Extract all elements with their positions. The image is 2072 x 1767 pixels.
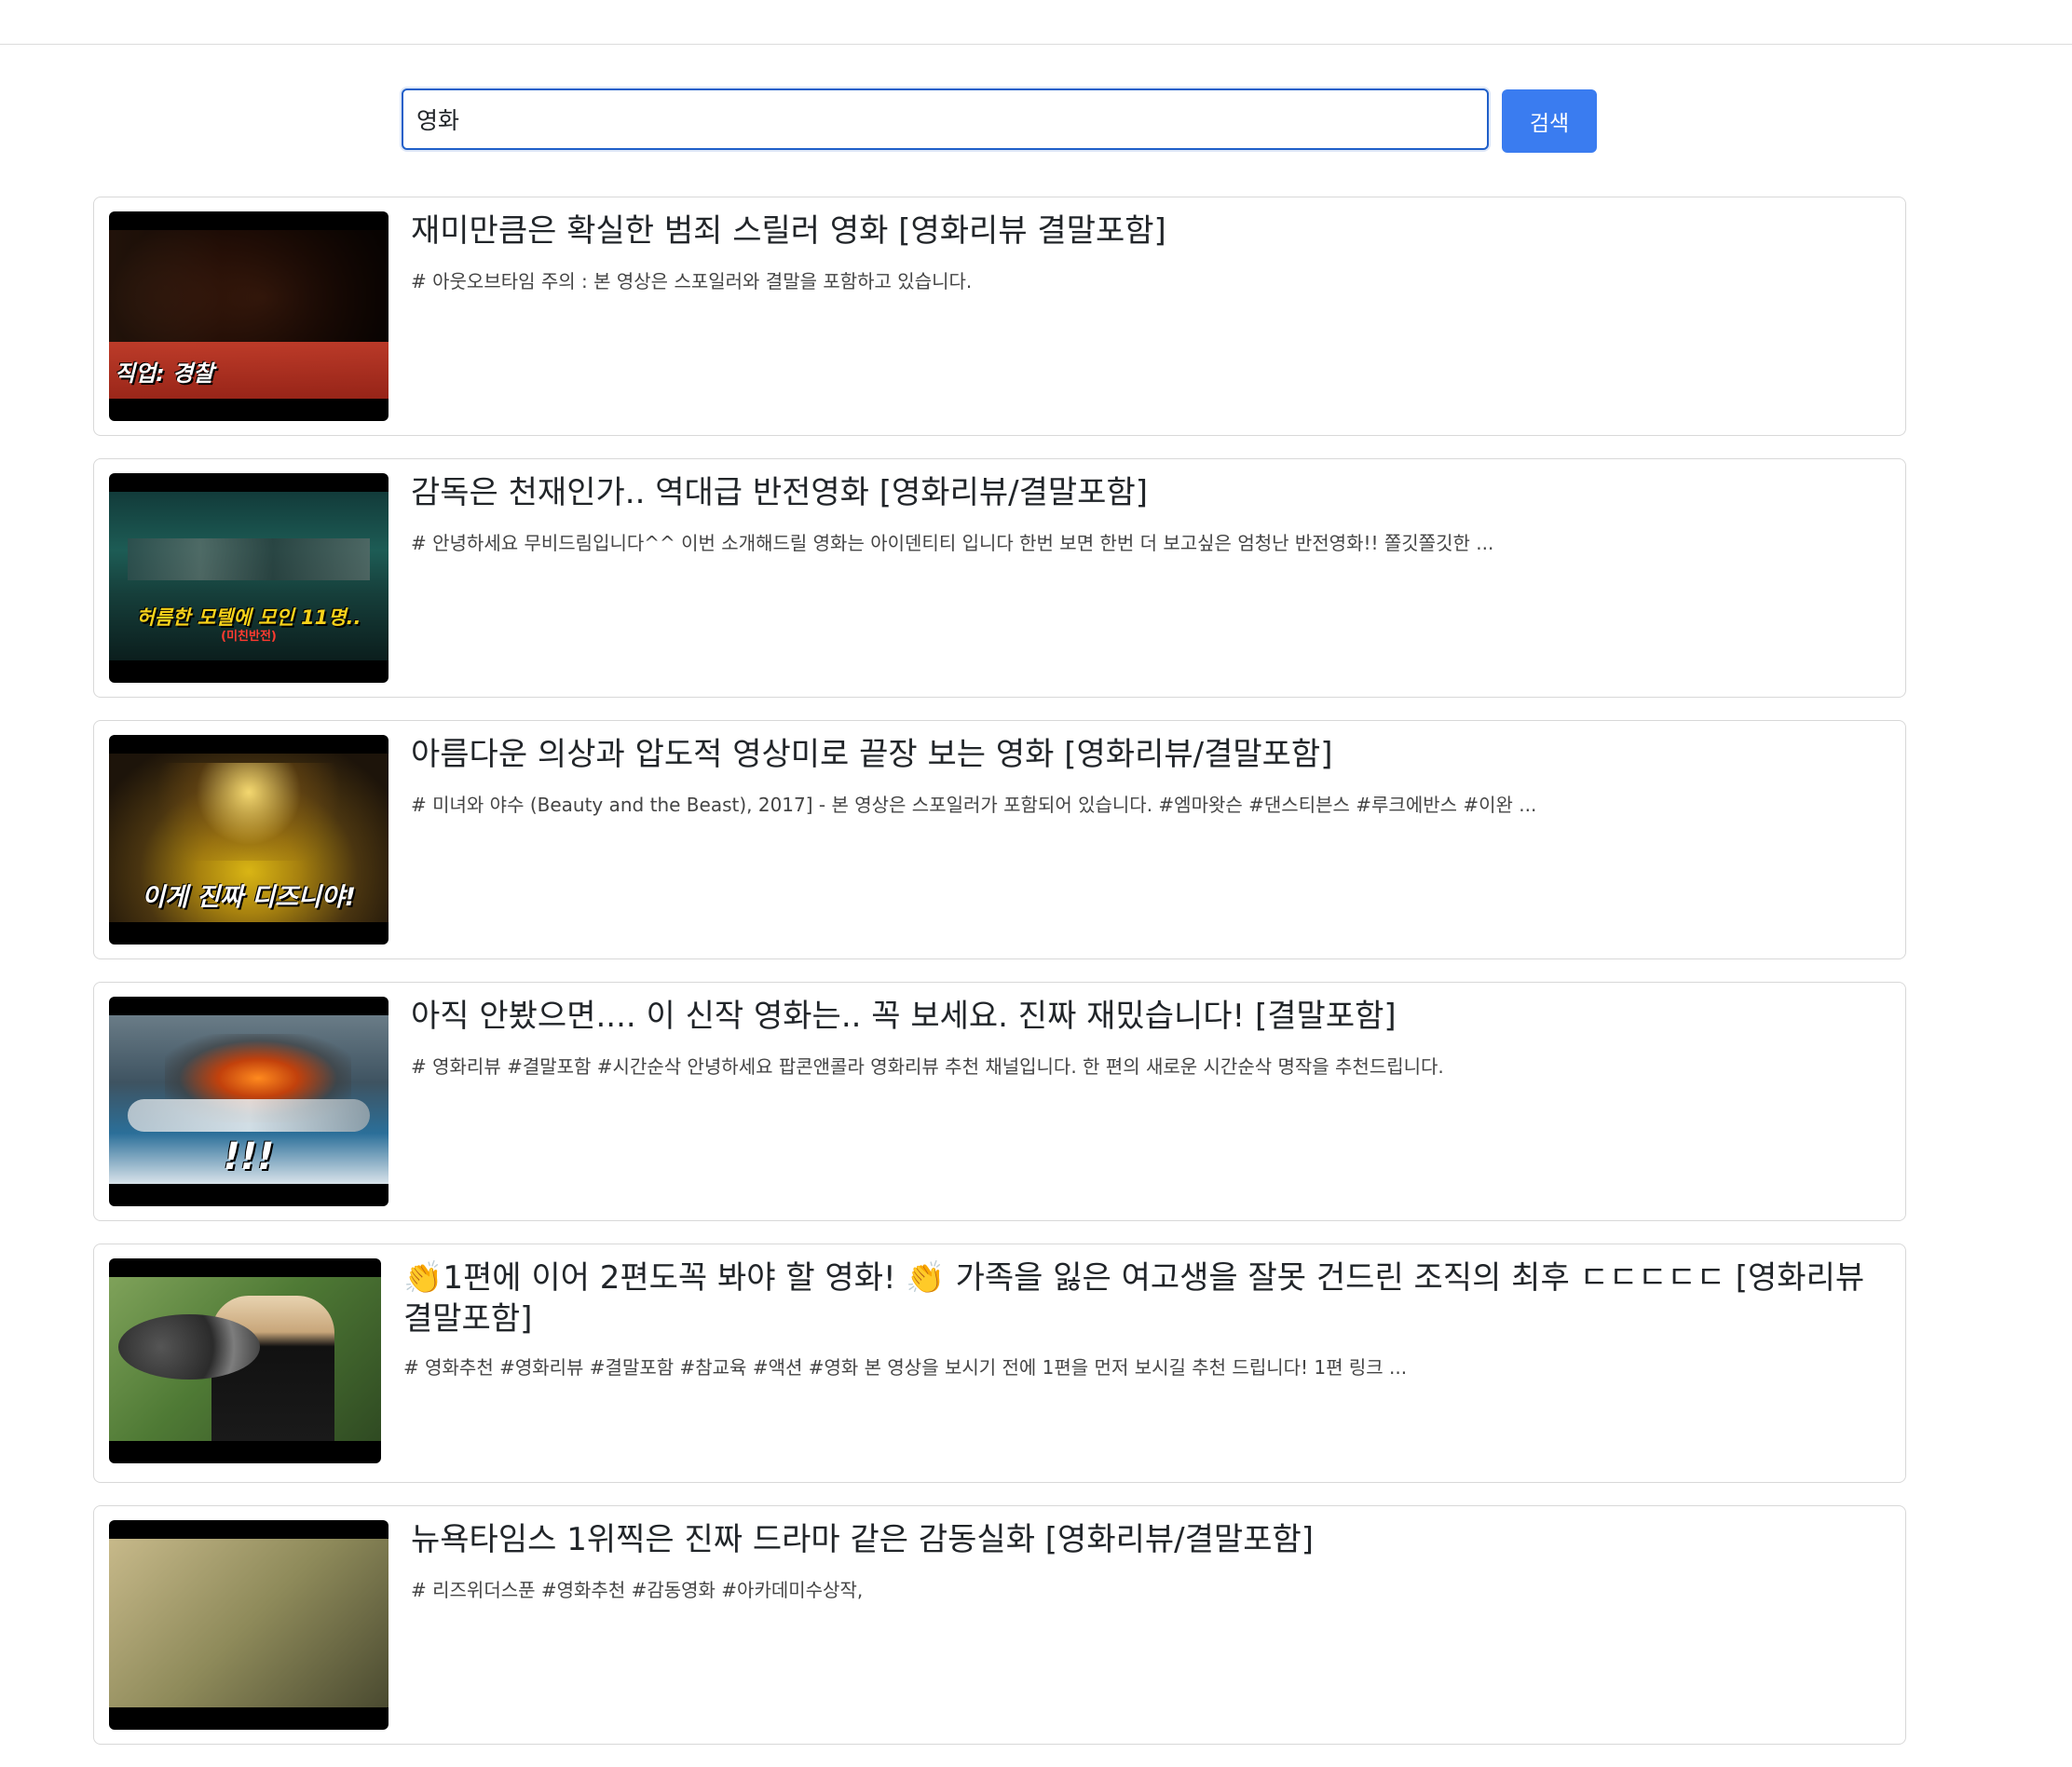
result-title[interactable]: 뉴욕타임스 1위찍은 진짜 드라마 같은 감동실화 [영화리뷰/결말포함]	[411, 1519, 1868, 1560]
result-card[interactable]: !!! 아직 안봤으면.... 이 신작 영화는.. 꼭 보세요. 진짜 재밌습…	[93, 982, 1906, 1221]
video-thumbnail[interactable]: !!!	[109, 997, 388, 1206]
result-card[interactable]: 👏1편에 이어 2편도꼭 봐야 할 영화! 👏 가족을 잃은 여고생을 잘못 건…	[93, 1244, 1906, 1483]
result-card[interactable]: 뉴욕타임스 1위찍은 진짜 드라마 같은 감동실화 [영화리뷰/결말포함] # …	[93, 1505, 1906, 1745]
result-description: # 영화리뷰 #결말포함 #시간순삭 안녕하세요 팝콘앤콜라 영화리뷰 추천 채…	[411, 1055, 1444, 1078]
result-description: # 아웃오브타임 주의 : 본 영상은 스포일러와 결말을 포함하고 있습니다.	[411, 270, 973, 292]
result-description: # 미녀와 야수 (Beauty and the Beast), 2017] -…	[411, 794, 1537, 816]
thumbnail-subcaption: (미친반전)	[221, 630, 277, 644]
result-title[interactable]: 감독은 천재인가.. 역대급 반전영화 [영화리뷰/결말포함]	[411, 472, 1868, 513]
video-thumbnail[interactable]: 직업: 경찰	[109, 211, 388, 421]
video-thumbnail[interactable]	[109, 1258, 381, 1463]
search-input[interactable]	[402, 88, 1489, 150]
thumbnail-caption: !!!	[223, 1135, 275, 1178]
search-form: 검색	[402, 88, 1597, 154]
thumbnail-caption: 이게 진짜 디즈니야!	[142, 883, 356, 912]
result-title[interactable]: 아름다운 의상과 압도적 영상미로 끝장 보는 영화 [영화리뷰/결말포함]	[411, 734, 1868, 775]
result-description: # 안녕하세요 무비드림입니다^^ 이번 소개해드릴 영화는 아이덴티티 입니다…	[411, 532, 1494, 554]
result-card[interactable]: 허름한 모텔에 모인 11명.. (미친반전) 감독은 천재인가.. 역대급 반…	[93, 458, 1906, 698]
video-thumbnail[interactable]: 허름한 모텔에 모인 11명.. (미친반전)	[109, 473, 388, 683]
top-navbar	[0, 0, 2072, 45]
result-description: # 영화추천 #영화리뷰 #결말포함 #참교육 #액션 #영화 본 영상을 보시…	[403, 1356, 1408, 1379]
result-card[interactable]: 직업: 경찰 재미만큼은 확실한 범죄 스릴러 영화 [영화리뷰 결말포함] #…	[93, 197, 1906, 436]
result-title[interactable]: 아직 안봤으면.... 이 신작 영화는.. 꼭 보세요. 진짜 재밌습니다! …	[411, 996, 1868, 1037]
video-thumbnail[interactable]: 이게 진짜 디즈니야!	[109, 735, 388, 945]
search-results-list: 직업: 경찰 재미만큼은 확실한 범죄 스릴러 영화 [영화리뷰 결말포함] #…	[93, 197, 1906, 1767]
search-button[interactable]: 검색	[1502, 89, 1597, 153]
video-thumbnail[interactable]	[109, 1520, 388, 1730]
result-card[interactable]: 이게 진짜 디즈니야! 아름다운 의상과 압도적 영상미로 끝장 보는 영화 […	[93, 720, 1906, 959]
result-title[interactable]: 👏1편에 이어 2편도꼭 봐야 할 영화! 👏 가족을 잃은 여고생을 잘못 건…	[403, 1257, 1868, 1339]
result-title[interactable]: 재미만큼은 확실한 범죄 스릴러 영화 [영화리뷰 결말포함]	[411, 211, 1868, 251]
thumbnail-caption: 직업: 경찰	[115, 360, 214, 387]
